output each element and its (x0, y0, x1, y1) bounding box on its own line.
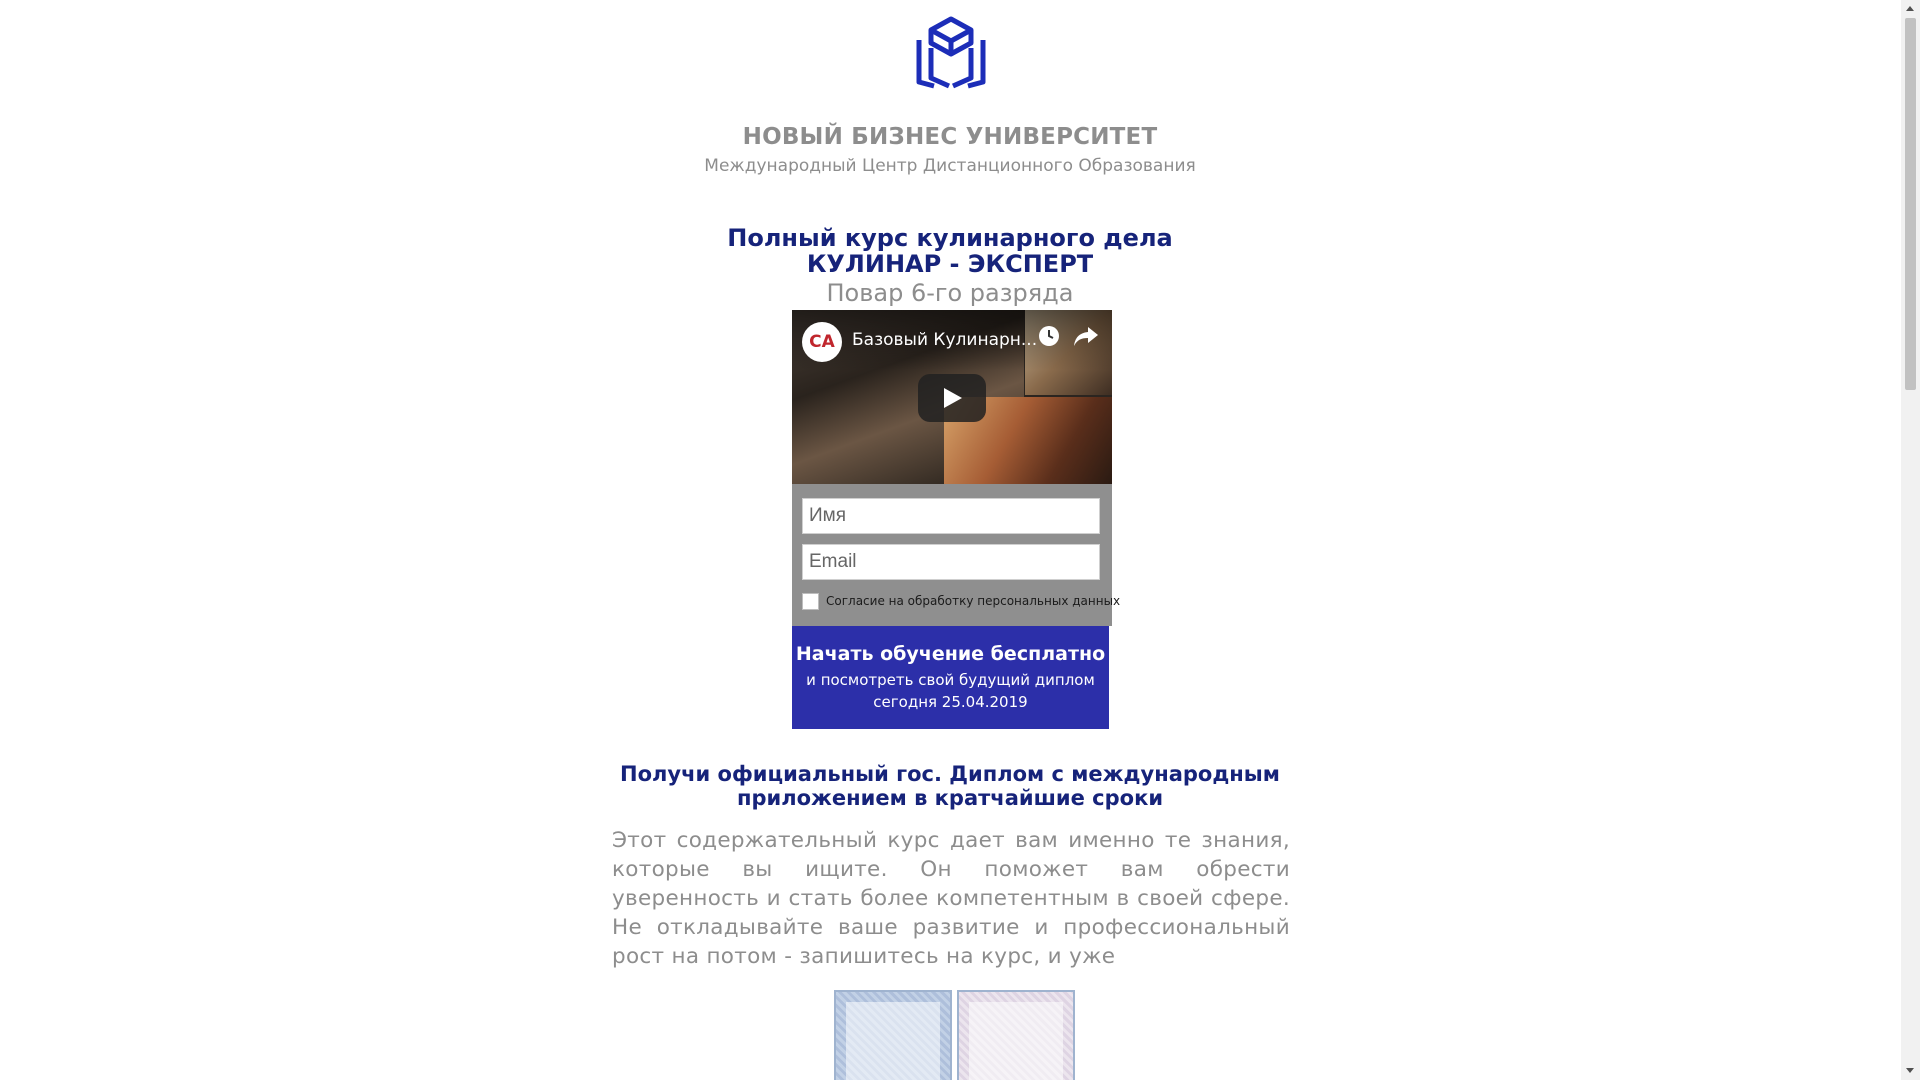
course-rank: Повар 6-го разряда (826, 279, 1074, 307)
scroll-up-arrow-icon[interactable] (1906, 6, 1914, 11)
name-input[interactable] (802, 498, 1100, 534)
cta-sub-label: и посмотреть свой будущий диплом (806, 671, 1095, 689)
page-scrollbar[interactable] (1901, 0, 1920, 1080)
cta-date-label: сегодня 25.04.2019 (873, 693, 1028, 711)
diploma-heading-line2: приложением в кратчайшие сроки (736, 786, 1164, 810)
start-learning-button[interactable]: Начать обучение бесплатно и посмотреть с… (792, 626, 1109, 729)
scroll-down-arrow-icon[interactable] (1906, 1068, 1914, 1073)
course-name: КУЛИНАР - ЭКСПЕРТ (806, 250, 1094, 278)
course-title: Полный курс кулинарного дела (727, 224, 1173, 252)
diploma-heading: Получи официальный гос. Диплом с междуна… (620, 762, 1280, 786)
signup-form: Согласие на обработку персональных данны… (792, 484, 1120, 626)
brand-subtitle: Международный Центр Дистанционного Образ… (704, 156, 1196, 176)
diploma-appendix-sheet (969, 1002, 1063, 1080)
brand-name: НОВЫЙ БИЗНЕС УНИВЕРСИТЕТ (742, 124, 1158, 150)
diploma-image (834, 990, 952, 1080)
consent-checkbox[interactable] (802, 593, 819, 610)
diploma-image-sheet (846, 1002, 940, 1080)
clock-icon[interactable] (1036, 323, 1062, 349)
university-logo-icon (916, 16, 986, 89)
course-description: Этот содержательный курс дает вам именно… (612, 828, 1290, 969)
play-icon (944, 388, 962, 408)
email-input[interactable] (802, 544, 1100, 580)
video-title[interactable]: Базовый Кулинарн... (852, 330, 1042, 350)
play-button[interactable] (918, 374, 986, 422)
consent-label: Согласие на обработку персональных данны… (826, 594, 1121, 608)
cta-main-label: Начать обучение бесплатно (795, 643, 1106, 665)
landing-page: НОВЫЙ БИЗНЕС УНИВЕРСИТЕТ Международный Ц… (0, 0, 1900, 1080)
diploma-appendix-image (957, 990, 1075, 1080)
video-player[interactable]: СА Базовый Кулинарн... (792, 310, 1112, 484)
scrollbar-thumb[interactable] (1905, 18, 1916, 390)
share-icon[interactable] (1072, 323, 1100, 349)
channel-avatar[interactable]: СА (802, 322, 842, 362)
